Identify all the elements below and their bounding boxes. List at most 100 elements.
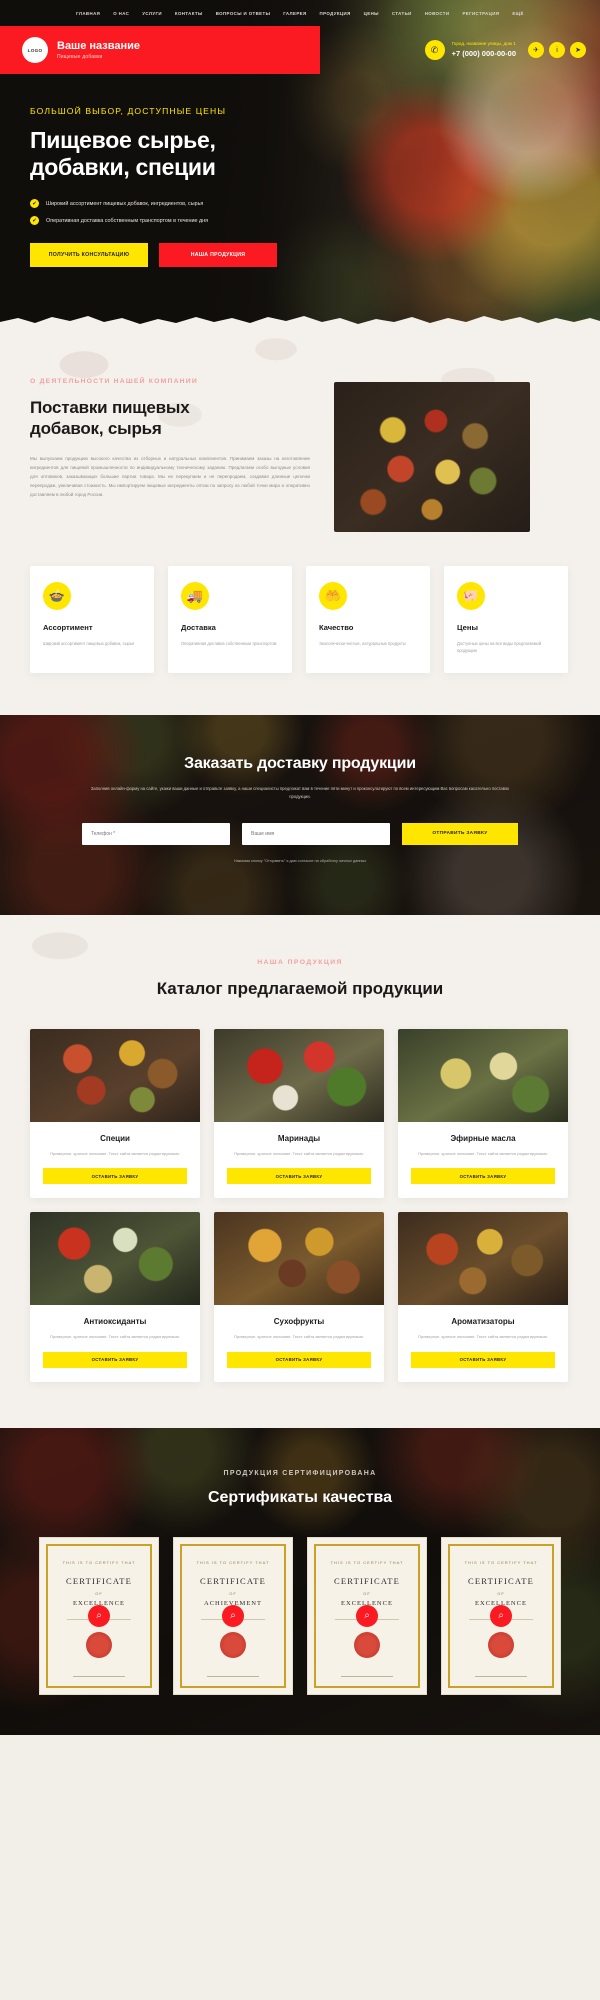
hero-bullet-text: Оперативная доставка собственным транспо… [46,217,209,224]
phone-icon: ✆ [424,40,445,60]
telegram-icon[interactable]: ➤ [570,42,586,58]
leave-request-button[interactable]: ОСТАВИТЬ ЗАЯВКУ [227,1351,371,1368]
brand-block[interactable]: LOGO Ваше название Пищевые добавки [0,37,140,63]
nav-item-voprosy-i-otvety[interactable]: ВОПРОСЫ И ОТВЕТЫ [216,11,271,16]
nav-item-uslugi[interactable]: УСЛУГИ [142,11,162,16]
zoom-in-icon[interactable]: ⌕ [490,1604,512,1627]
product-card-marinady[interactable]: Маринады Примерное, краткое описание. Те… [214,1028,384,1199]
hero-content: БОЛЬШОЙ ВЫБОР, ДОСТУПНЫЕ ЦЕНЫ Пищевое сы… [0,74,600,268]
feature-text: Экологически чистые, натуральные продукт… [319,641,406,646]
hero-buttons: ПОЛУЧИТЬ КОНСУЛЬТАЦИЮ НАША ПРОДУКЦИЯ [30,243,600,268]
about-title-line1: Поставки пищевых [30,398,190,417]
submit-request-button[interactable]: ОТПРАВИТЬ ЗАЯВКУ [402,822,518,845]
feature-title: Доставка [181,623,216,632]
product-card-efirnye-masla[interactable]: Эфирные масла Примерное, краткое описани… [398,1028,568,1199]
product-image [398,1212,568,1306]
info-icon[interactable]: i [549,42,565,58]
brand-subtitle: Пищевые добавки [57,54,103,61]
catalog-title: Каталог предлагаемой продукции [156,978,444,998]
product-image [30,1028,200,1122]
product-description: Примерное, краткое описание. Текст сайта… [418,1150,548,1156]
product-image [214,1212,384,1306]
nav-item-glavnaya[interactable]: ГЛАВНАЯ [76,11,100,16]
hero-bullet-list: ✔ Широкий ассортимент пищевых добавок, и… [30,199,600,226]
catalog-kicker: НАША ПРОДУКЦИЯ [257,958,343,966]
hero-title: Пищевое сырье, добавки, специи [30,127,600,181]
product-grid: Специи Примерное, краткое описание. Текс… [30,1028,570,1382]
logo-icon: LOGO [22,37,48,63]
nav-item-novosti[interactable]: НОВОСТИ [425,11,450,16]
product-name: Эфирные масла [450,1133,516,1143]
hero-bullet: ✔ Оперативная доставка собственным транс… [30,216,600,226]
about-image [334,382,530,532]
product-description: Примерное, краткое описание. Текст сайта… [50,1150,180,1156]
landing-page: ГЛАВНАЯ О НАС УСЛУГИ КОНТАКТЫ ВОПРОСЫ И … [0,0,600,1735]
hero-title-line1: Пищевое сырье, [30,127,216,153]
check-icon: ✔ [30,216,39,226]
feature-card-delivery[interactable]: 🚚 Доставка Оперативная доставка собствен… [168,566,292,673]
catalog-section: НАША ПРОДУКЦИЯ Каталог предлагаемой прод… [0,914,600,1428]
feature-card-prices[interactable]: 🐖 Цены Доступные цены на все виды предла… [444,566,568,673]
product-description: Примерное, краткое описание. Текст сайта… [234,1150,364,1156]
order-title: Заказать доставку продукции [184,754,416,772]
zoom-in-icon[interactable]: ⌕ [222,1604,244,1627]
order-privacy-note: Нажимая кнопку "Отправить" я даю согласи… [233,858,367,863]
feature-card-quality[interactable]: 🤲 Качество Экологически чистые, натураль… [306,566,430,673]
nav-item-o-nas[interactable]: О НАС [113,11,129,16]
product-name: Антиоксиданты [83,1317,147,1327]
hero-title-line2: добавки, специи [30,154,216,181]
certificates-title: Сертификаты качества [207,1488,393,1506]
product-image [398,1028,568,1122]
product-description: Примерное, краткое описание. Текст сайта… [418,1334,548,1340]
zoom-in-icon[interactable]: ⌕ [356,1604,378,1627]
nav-item-galereya[interactable]: ГАЛЕРЕЯ [283,11,306,16]
product-card-antioksidanty[interactable]: Антиоксиданты Примерное, краткое описани… [30,1212,200,1382]
nav-item-ceny[interactable]: ЦЕНЫ [364,11,379,16]
quality-hands-icon: 🤲 [319,582,347,610]
feature-text: Оперативная доставка собственным транспо… [181,641,277,646]
our-products-button[interactable]: НАША ПРОДУКЦИЯ [159,243,277,268]
header-phone[interactable]: +7 (000) 000-00-00 [452,49,516,58]
feature-card-assortment[interactable]: 🍲 Ассортимент Широкий ассортимент пищевы… [30,566,154,673]
certificates-kicker: ПРОДУКЦИЯ СЕРТИФИЦИРОВАНА [223,1469,377,1477]
nav-item-kontakty[interactable]: КОНТАКТЫ [175,11,203,16]
product-card-specii[interactable]: Специи Примерное, краткое описание. Текс… [30,1028,200,1199]
leave-request-button[interactable]: ОСТАВИТЬ ЗАЯВКУ [43,1168,187,1185]
nav-item-more[interactable]: ЕЩЁ [512,11,524,16]
zoom-in-icon[interactable]: ⌕ [88,1604,110,1627]
order-section: Заказать доставку продукции Заполнив онл… [0,714,600,915]
certificate-thumb[interactable]: THIS IS TO CERTIFY THAT CERTIFICATE OF E… [307,1536,427,1695]
certificate-thumb[interactable]: THIS IS TO CERTIFY THAT CERTIFICATE OF A… [173,1536,293,1695]
feature-cards: 🍲 Ассортимент Широкий ассортимент пищевы… [30,566,570,715]
delivery-truck-icon: 🚚 [181,582,209,610]
leave-request-button[interactable]: ОСТАВИТЬ ЗАЯВКУ [411,1168,555,1185]
phone-input[interactable] [82,822,230,845]
feature-text: Широкий ассортимент пищевых добавок, сыр… [43,641,135,646]
get-consultation-button[interactable]: ПОЛУЧИТЬ КОНСУЛЬТАЦИЮ [30,243,148,268]
certificate-thumb[interactable]: THIS IS TO CERTIFY THAT CERTIFICATE OF E… [441,1536,561,1695]
leave-request-button[interactable]: ОСТАВИТЬ ЗАЯВКУ [43,1351,187,1368]
social-links: ✈ i ➤ [528,42,586,58]
product-name: Специи [100,1133,130,1143]
header-bar: LOGO Ваше название Пищевые добавки ✆ Гор… [0,26,600,74]
header-contacts: ✆ Город, название улицы, дом 1 +7 (000) … [424,26,586,74]
order-subtitle: Заполнив онлайн-форму на сайте, укажи ва… [90,785,510,799]
spices-bowl-icon: 🍲 [43,582,71,610]
product-name: Ароматизаторы [451,1317,515,1327]
nav-item-registraciya[interactable]: РЕГИСТРАЦИЯ [462,11,499,16]
product-name: Сухофрукты [273,1317,325,1327]
certificate-thumb[interactable]: THIS IS TO CERTIFY THAT CERTIFICATE OF E… [39,1536,159,1695]
nav-item-stati[interactable]: СТАТЬИ [392,11,412,16]
certificates-gallery: THIS IS TO CERTIFY THAT CERTIFICATE OF E… [0,1536,600,1695]
name-input[interactable] [242,822,390,845]
nav-item-produkciya[interactable]: ПРОДУКЦИЯ [320,11,351,16]
about-kicker: О ДЕЯТЕЛЬНОСТИ НАШЕЙ КОМПАНИИ [30,378,198,385]
leave-request-button[interactable]: ОСТАВИТЬ ЗАЯВКУ [227,1168,371,1185]
leave-request-button[interactable]: ОСТАВИТЬ ЗАЯВКУ [411,1351,555,1368]
certificates-section: ПРОДУКЦИЯ СЕРТИФИЦИРОВАНА Сертификаты ка… [0,1427,600,1735]
messenger-icon[interactable]: ✈ [528,42,544,58]
check-icon: ✔ [30,199,39,209]
product-card-suhofrukty[interactable]: Сухофрукты Примерное, краткое описание. … [214,1212,384,1382]
product-description: Примерное, краткое описание. Текст сайта… [234,1334,364,1340]
product-card-aromatizatory[interactable]: Ароматизаторы Примерное, краткое описани… [398,1212,568,1382]
